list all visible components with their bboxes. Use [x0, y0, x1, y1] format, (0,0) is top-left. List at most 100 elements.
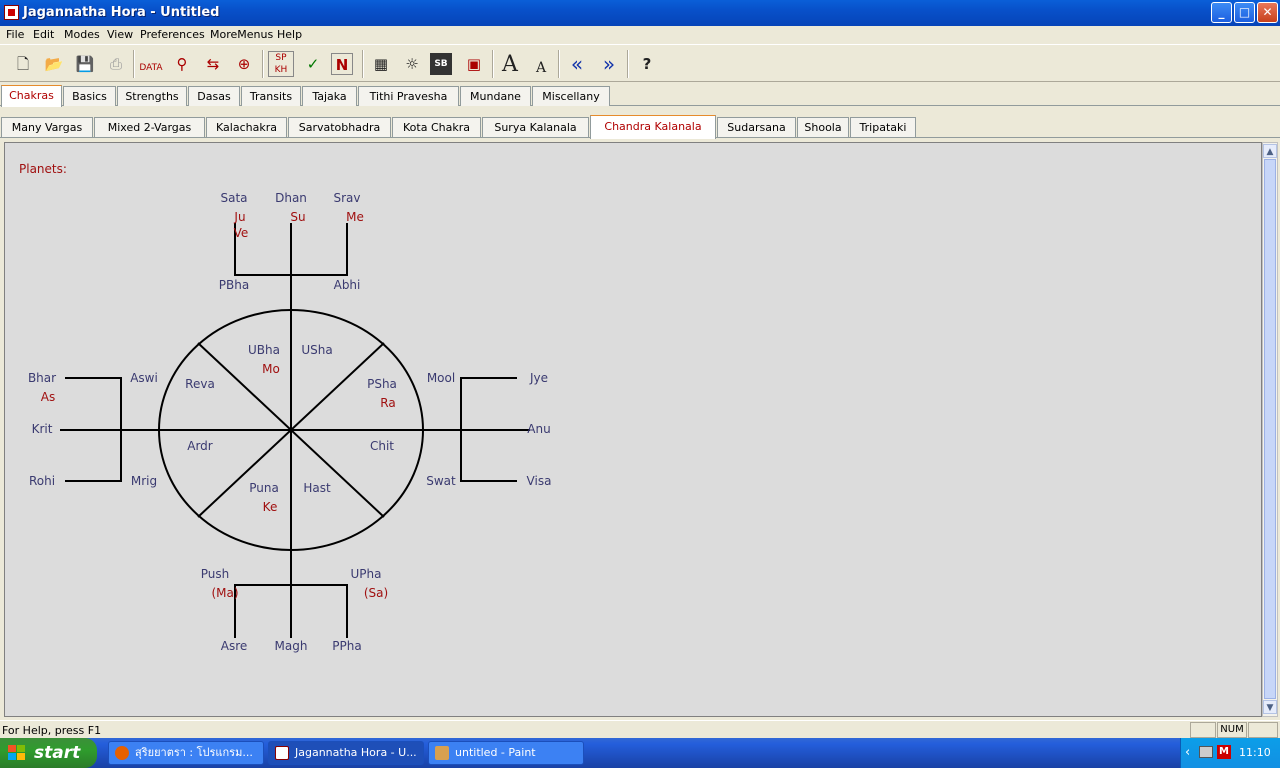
tab-mixed-2-vargas[interactable]: Mixed 2-Vargas [94, 117, 205, 137]
tab-many-vargas[interactable]: Many Vargas [1, 117, 93, 137]
clock: 11:10 [1239, 746, 1271, 759]
menu-preferences[interactable]: Preferences [140, 28, 205, 41]
task-label: สุริยยาตรา : โปรแกรม... [135, 746, 253, 759]
main-tab-bar: Chakras Basics Strengths Dasas Transits … [0, 84, 1280, 107]
nakshatra-upha: UPha [351, 567, 382, 581]
tab-sarvatobhadra[interactable]: Sarvatobhadra [288, 117, 391, 137]
nakshatra-ppha: PPha [332, 639, 361, 653]
sp-kh-button[interactable]: SP KH [268, 51, 294, 77]
next-icon[interactable]: » [596, 51, 622, 77]
tab-miscellany[interactable]: Miscellany [532, 86, 610, 106]
tab-chakras[interactable]: Chakras [1, 85, 62, 107]
menu-edit[interactable]: Edit [33, 28, 54, 41]
tab-strengths[interactable]: Strengths [117, 86, 187, 106]
tab-tithi-pravesha[interactable]: Tithi Pravesha [358, 86, 459, 106]
scroll-down-icon[interactable]: ▼ [1263, 700, 1277, 714]
nakshatra-puna: Puna [249, 481, 279, 495]
tab-tripataki[interactable]: Tripataki [850, 117, 916, 137]
tab-mundane[interactable]: Mundane [460, 86, 531, 106]
scroll-thumb[interactable] [1264, 159, 1276, 699]
compass-icon[interactable]: ⊕ [231, 51, 257, 77]
toolbar-separator [492, 50, 494, 78]
scroll-up-icon[interactable]: ▲ [1263, 144, 1277, 158]
status-pane-empty [1248, 722, 1278, 738]
nakshatra-usha: USha [301, 343, 332, 357]
tab-dasas[interactable]: Dasas [188, 86, 240, 106]
nakshatra-asre: Asre [221, 639, 248, 653]
tab-kota-chakra[interactable]: Kota Chakra [392, 117, 481, 137]
font-decrease-button[interactable]: A [528, 51, 554, 77]
tab-transits[interactable]: Transits [241, 86, 301, 106]
font-increase-button[interactable]: A [497, 51, 523, 77]
kp-icon[interactable]: ✓ [300, 51, 326, 77]
prev-icon[interactable]: « [564, 51, 590, 77]
task-paint[interactable]: untitled - Paint [428, 741, 584, 765]
menu-help[interactable]: Help [277, 28, 302, 41]
tab-kalachakra[interactable]: Kalachakra [206, 117, 287, 137]
task-label: Jagannatha Hora - U... [295, 746, 417, 759]
nakshatra-sata: Sata [220, 191, 247, 205]
menu-view[interactable]: View [107, 28, 133, 41]
tray-expand-icon[interactable]: ‹ [1185, 745, 1190, 760]
planet-ve: Ve [234, 226, 249, 240]
menu-file[interactable]: File [6, 28, 24, 41]
vertical-scrollbar[interactable]: ▲ ▼ [1262, 142, 1278, 717]
open-folder-icon[interactable]: 📂 [41, 51, 67, 77]
tab-chandra-kalanala[interactable]: Chandra Kalanala [590, 115, 716, 139]
new-file-icon[interactable]: 🗋 [10, 51, 36, 77]
time-back-icon[interactable]: ⇆ [200, 51, 226, 77]
chandra-kalanala-chakra: Planets: Sata Dhan Srav PBha Abhi Bhar A… [19, 162, 552, 653]
tab-basics[interactable]: Basics [63, 86, 116, 106]
tab-surya-kalanala[interactable]: Surya Kalanala [482, 117, 589, 137]
planet-ra: Ra [380, 396, 395, 410]
status-pane-empty [1190, 722, 1216, 738]
nakshatra-anu: Anu [527, 422, 550, 436]
time-adjust-icon[interactable]: ⚲ [169, 51, 195, 77]
start-button[interactable]: start [0, 738, 97, 768]
network-icon[interactable] [1199, 746, 1213, 758]
nakshatra-visa: Visa [527, 474, 552, 488]
nakshatra-srav: Srav [333, 191, 360, 205]
maximize-button[interactable]: □ [1234, 2, 1255, 23]
nakshatra-push: Push [201, 567, 230, 581]
minimize-button[interactable]: _ [1211, 2, 1232, 23]
planet-sa: (Sa) [364, 586, 388, 600]
window-title: Jagannatha Hora - Untitled [23, 5, 220, 20]
status-bar: For Help, press F1 NUM [0, 720, 1280, 738]
toolbar-separator [262, 50, 264, 78]
system-tray: ‹ M 11:10 [1180, 738, 1280, 768]
antivirus-icon[interactable]: M [1217, 745, 1231, 759]
task-jagannatha-hora[interactable]: Jagannatha Hora - U... [268, 741, 424, 765]
nakshatra-chit: Chit [370, 439, 394, 453]
nakshatra-magh: Magh [275, 639, 308, 653]
taskbar: start สุริยยาตรา : โปรแกรม... Jagannatha… [0, 738, 1280, 768]
task-firefox[interactable]: สุริยยาตรา : โปรแกรม... [108, 741, 264, 765]
nakshatra-reva: Reva [185, 377, 215, 391]
n-button[interactable]: N [331, 53, 353, 75]
kundali-icon[interactable]: ▣ [461, 51, 487, 77]
grid-chart-icon[interactable]: ▦ [368, 51, 394, 77]
sun-icon[interactable]: ☼ [399, 51, 425, 77]
sb-button[interactable]: SB [430, 53, 452, 75]
nakshatra-abhi: Abhi [334, 278, 361, 292]
tab-sudarsana[interactable]: Sudarsana [717, 117, 796, 137]
nakshatra-mool: Mool [427, 371, 455, 385]
birth-data-icon[interactable]: DATA [138, 51, 164, 77]
close-button[interactable]: ✕ [1257, 2, 1278, 23]
nakshatra-psha: PSha [367, 377, 397, 391]
toolbar-separator [558, 50, 560, 78]
save-icon[interactable]: 💾 [72, 51, 98, 77]
tab-shoola[interactable]: Shoola [797, 117, 849, 137]
print-icon[interactable]: ⎙ [103, 51, 129, 77]
jhora-icon [275, 746, 289, 760]
tab-tajaka[interactable]: Tajaka [302, 86, 357, 106]
title-bar[interactable]: Jagannatha Hora - Untitled _ □ ✕ [0, 0, 1280, 26]
windows-logo-icon [8, 745, 25, 760]
toolbar-separator [133, 50, 135, 78]
menu-moremenus[interactable]: MoreMenus [210, 28, 273, 41]
help-icon[interactable]: ? [634, 51, 660, 77]
nakshatra-rohi: Rohi [29, 474, 55, 488]
menu-modes[interactable]: Modes [64, 28, 100, 41]
nakshatra-mrig: Mrig [131, 474, 157, 488]
firefox-icon [115, 746, 129, 760]
